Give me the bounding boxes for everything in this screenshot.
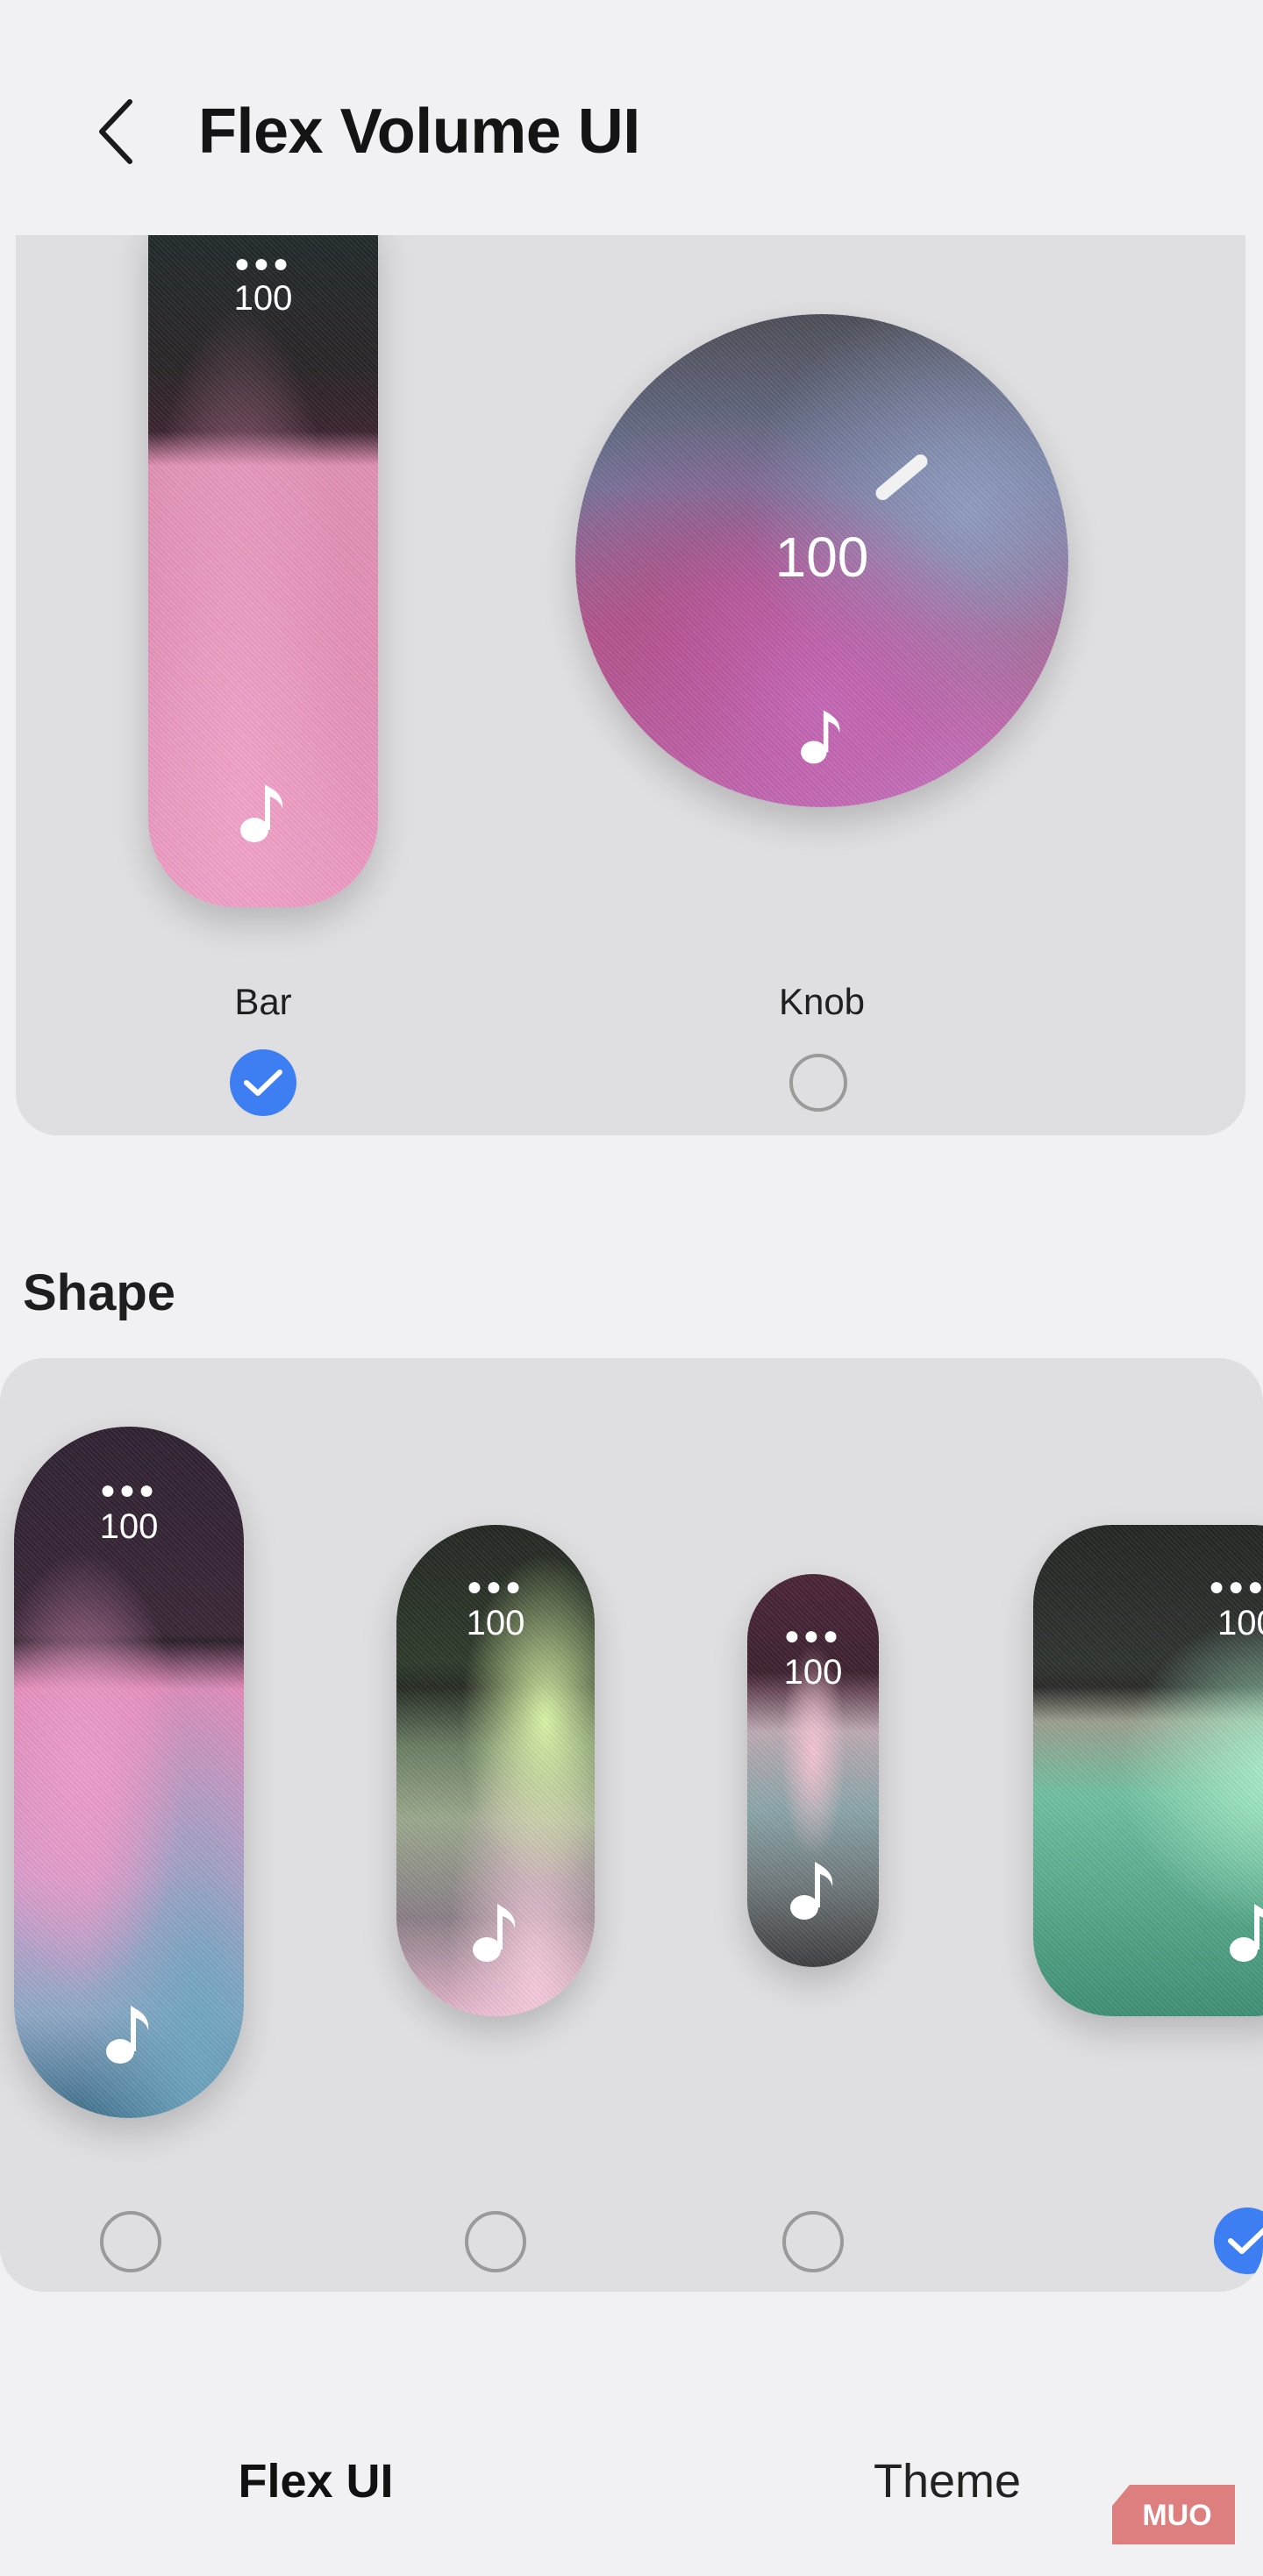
tab-flex-ui[interactable]: Flex UI bbox=[184, 2439, 447, 2523]
check-icon bbox=[1228, 2228, 1263, 2254]
shape-card: ●●● 100 ●●● 100 ●●● 100 ●●● 100 bbox=[0, 1358, 1263, 2292]
shape-2-volume-value: 100 bbox=[466, 1604, 525, 1642]
bar-preview[interactable]: ●●● 100 bbox=[148, 235, 378, 907]
knob-volume-value: 100 bbox=[774, 526, 869, 589]
music-note-icon bbox=[801, 710, 840, 764]
shape-3-volume-value: 100 bbox=[783, 1653, 843, 1692]
muo-logo: MUO bbox=[1112, 2485, 1235, 2544]
shape-option-4-preview[interactable]: ●●● 100 bbox=[1033, 1525, 1263, 2016]
more-dots-icon: ●●● bbox=[466, 1572, 525, 1601]
shape-option-2-preview[interactable]: ●●● 100 bbox=[396, 1525, 595, 2016]
knob-radio[interactable] bbox=[789, 1054, 847, 1112]
music-note-icon bbox=[106, 2006, 149, 2064]
tab-theme[interactable]: Theme bbox=[816, 2439, 1079, 2523]
more-dots-icon: ●●● bbox=[1209, 1572, 1263, 1601]
shape-1-volume-value: 100 bbox=[99, 1507, 159, 1546]
shape-option-3-preview[interactable]: ●●● 100 bbox=[747, 1574, 879, 1967]
knob-option-label: Knob bbox=[778, 981, 866, 1022]
shape-option-1-radio[interactable] bbox=[100, 2211, 161, 2272]
shape-option-4-radio[interactable] bbox=[1214, 2207, 1263, 2274]
bar-volume-value: 100 bbox=[233, 279, 293, 318]
shape-option-1-preview[interactable]: ●●● 100 bbox=[14, 1427, 244, 2118]
page-title: Flex Volume UI bbox=[198, 97, 640, 167]
more-dots-icon: ●●● bbox=[783, 1621, 843, 1650]
shape-option-2-radio[interactable] bbox=[465, 2211, 526, 2272]
volume-style-card: ●●● 100 100 Bar Knob bbox=[16, 235, 1245, 1135]
knob-preview[interactable]: 100 bbox=[575, 314, 1068, 807]
more-dots-icon: ●●● bbox=[99, 1476, 159, 1505]
music-note-icon bbox=[1230, 1904, 1263, 1962]
shape-option-3-radio[interactable] bbox=[782, 2211, 844, 2272]
chevron-left-icon bbox=[99, 99, 132, 164]
shape-section-title: Shape bbox=[23, 1264, 176, 1321]
music-note-icon bbox=[473, 1904, 516, 1962]
music-note-icon bbox=[240, 784, 283, 842]
more-dots-icon: ●●● bbox=[233, 249, 293, 278]
bar-radio[interactable] bbox=[230, 1049, 296, 1116]
shape-4-volume-value: 100 bbox=[1217, 1604, 1263, 1642]
music-note-icon bbox=[790, 1862, 833, 1920]
check-icon bbox=[244, 1070, 282, 1096]
bar-option-label: Bar bbox=[234, 981, 292, 1022]
back-button[interactable] bbox=[84, 88, 147, 175]
watermark-text: MUO bbox=[1142, 2499, 1211, 2532]
knob-indicator bbox=[873, 451, 931, 504]
